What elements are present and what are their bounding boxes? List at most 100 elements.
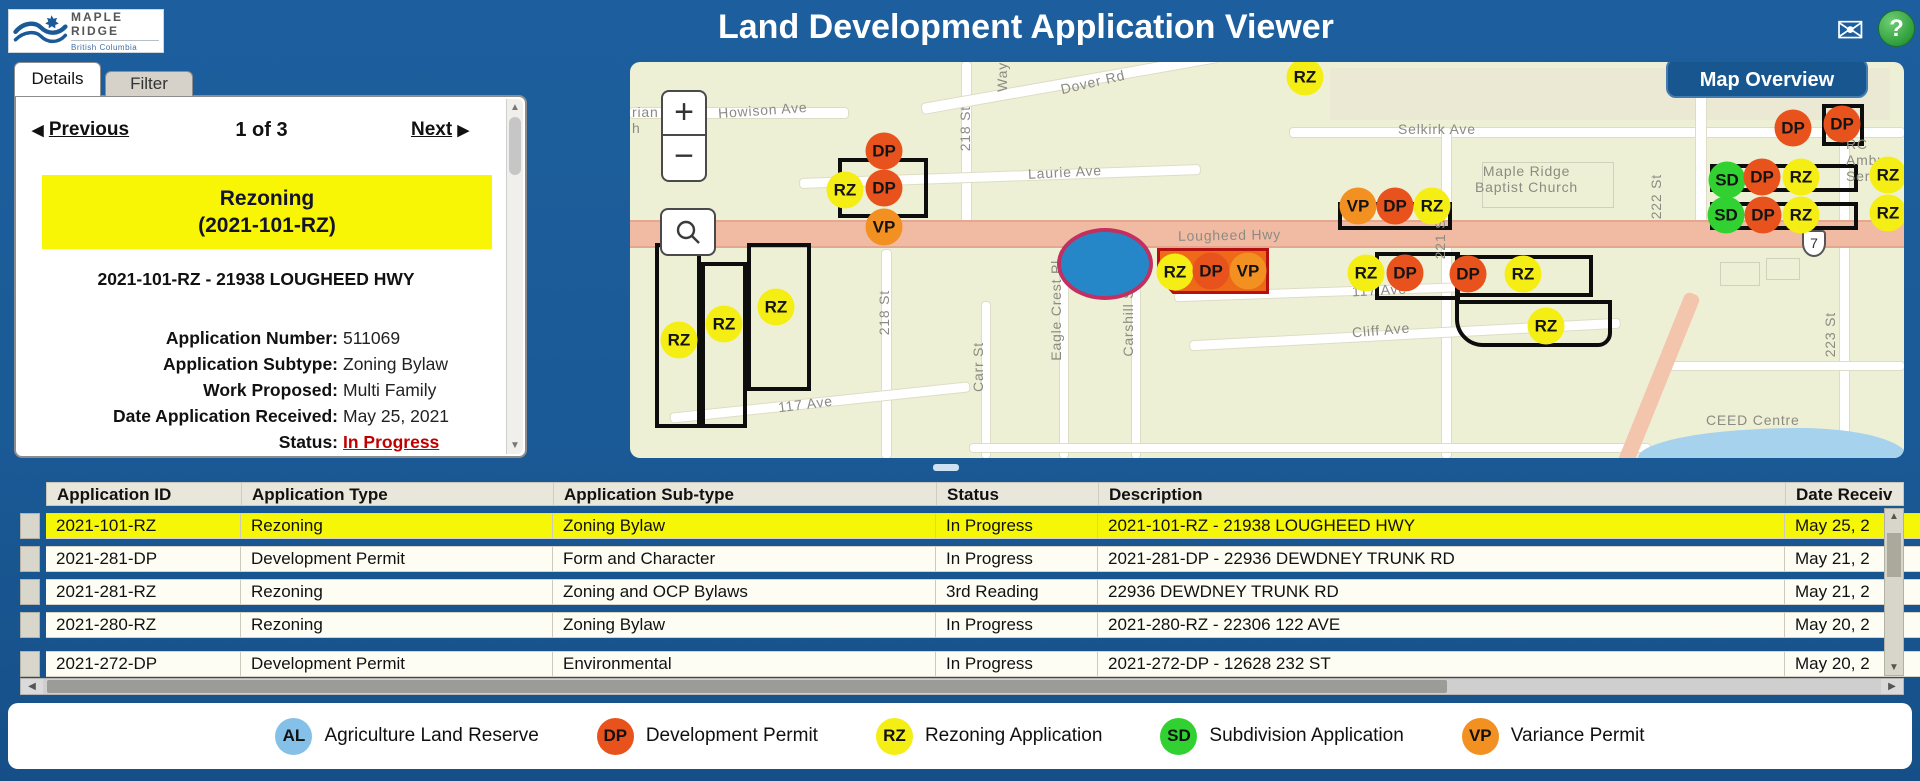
table-cell: 2021-281-DP: [46, 546, 240, 572]
legend-item-vp: VPVariance Permit: [1462, 718, 1645, 755]
help-icon[interactable]: ?: [1878, 10, 1915, 47]
table-row[interactable]: 2021-280-RZRezoningZoning BylawIn Progre…: [20, 612, 1904, 638]
selected-parcel-ellipse[interactable]: [1057, 228, 1153, 300]
map-marker-rz[interactable]: RZ: [1783, 159, 1820, 196]
map-marker-rz[interactable]: RZ: [1528, 308, 1565, 345]
panel-resize-handle[interactable]: [933, 464, 959, 471]
field-label: Status:: [16, 429, 338, 455]
legend-badge-al-icon: AL: [275, 718, 312, 755]
table-row[interactable]: 2021-272-DPDevelopment PermitEnvironment…: [20, 651, 1904, 677]
column-header[interactable]: Application Sub-type: [553, 483, 936, 505]
street-label: 218 St: [876, 290, 892, 335]
table-hscroll-thumb[interactable]: [47, 680, 1447, 693]
scroll-down-icon[interactable]: ▼: [507, 440, 523, 451]
map-marker-dp[interactable]: DP: [1387, 255, 1424, 292]
table-vertical-scrollbar[interactable]: ▲ ▼: [1884, 508, 1904, 676]
row-selector[interactable]: [20, 546, 40, 572]
row-selector[interactable]: [20, 513, 40, 539]
table-body: 2021-101-RZRezoningZoning BylawIn Progre…: [20, 513, 1904, 677]
legend-badge-rz-icon: RZ: [876, 718, 913, 755]
mail-icon[interactable]: ✉: [1836, 14, 1865, 48]
map-marker-rz[interactable]: RZ: [1783, 197, 1820, 234]
legend-item-sd: SDSubdivision Application: [1160, 718, 1403, 755]
column-header[interactable]: Description: [1098, 483, 1785, 505]
scroll-left-icon[interactable]: ◀: [21, 679, 43, 694]
map-marker-vp[interactable]: VP: [1340, 188, 1377, 225]
panel-scrollbar[interactable]: ▲ ▼: [506, 99, 523, 454]
map-marker-rz[interactable]: RZ: [1287, 62, 1324, 96]
scroll-up-icon[interactable]: ▲: [1885, 511, 1903, 522]
map[interactable]: 7 Howison AveDover RdWay218 StLaurie Ave…: [630, 62, 1904, 458]
scroll-down-icon[interactable]: ▼: [1885, 662, 1903, 673]
map-marker-rz[interactable]: RZ: [1348, 255, 1385, 292]
field-value: Zoning Bylaw: [343, 351, 496, 377]
table-cell: In Progress: [935, 612, 1097, 638]
column-header[interactable]: Application ID: [47, 483, 241, 505]
map-marker-rz[interactable]: RZ: [1157, 254, 1194, 291]
zoom-out-button[interactable]: −: [661, 136, 707, 182]
map-marker-dp[interactable]: DP: [1775, 110, 1812, 147]
table-row[interactable]: 2021-281-RZRezoningZoning and OCP Bylaws…: [20, 579, 1904, 605]
scroll-right-icon[interactable]: ▶: [1881, 679, 1903, 694]
next-link[interactable]: Next ▶: [411, 119, 469, 141]
table-cell: 2021-281-RZ: [46, 579, 240, 605]
tab-details[interactable]: Details: [14, 62, 101, 96]
table-cell: 2021-280-RZ - 22306 122 AVE: [1097, 612, 1784, 638]
legend-badge-vp-icon: VP: [1462, 718, 1499, 755]
map-marker-dp[interactable]: DP: [866, 133, 903, 170]
row-selector[interactable]: [20, 579, 40, 605]
column-header[interactable]: Date Receiv: [1785, 483, 1920, 505]
building-outline: [1766, 258, 1800, 280]
row-selector[interactable]: [20, 612, 40, 638]
table-vscroll-thumb[interactable]: [1887, 533, 1901, 577]
table-cell: 2021-280-RZ: [46, 612, 240, 638]
map-marker-vp[interactable]: VP: [1230, 253, 1267, 290]
maple-ridge-logo: MAPLE RIDGE British Columbia: [8, 9, 164, 53]
column-header[interactable]: Application Type: [241, 483, 553, 505]
map-marker-rz[interactable]: RZ: [827, 172, 864, 209]
table-cell: 22936 DEWDNEY TRUNK RD: [1097, 579, 1784, 605]
map-marker-rz[interactable]: RZ: [1505, 256, 1542, 293]
table-cell: 2021-281-DP - 22936 DEWDNEY TRUNK RD: [1097, 546, 1784, 572]
map-marker-rz[interactable]: RZ: [758, 289, 795, 326]
map-marker-dp[interactable]: DP: [1824, 106, 1861, 143]
map-overview-button[interactable]: Map Overview: [1666, 62, 1868, 98]
map-marker-dp[interactable]: DP: [1377, 188, 1414, 225]
map-marker-rz[interactable]: RZ: [661, 322, 698, 359]
column-header[interactable]: Status: [936, 483, 1098, 505]
street-label: 222 St: [1648, 174, 1664, 219]
map-marker-dp[interactable]: DP: [866, 170, 903, 207]
field-label: Application Subtype:: [16, 351, 338, 377]
map-marker-rz[interactable]: RZ: [1870, 157, 1905, 194]
map-marker-sd[interactable]: SD: [1708, 197, 1745, 234]
map-marker-rz[interactable]: RZ: [1414, 188, 1451, 225]
row-selector[interactable]: [20, 651, 40, 677]
street-label: Dover Rd: [1059, 67, 1126, 97]
street-label: CEED Centre: [1706, 412, 1800, 428]
app: { "header": { "logo_title": "MAPLE RIDGE…: [0, 0, 1920, 781]
map-marker-dp[interactable]: DP: [1193, 253, 1230, 290]
status-value-link[interactable]: In Progress: [343, 429, 496, 455]
table-cell: In Progress: [935, 651, 1097, 677]
legend-item-dp: DPDevelopment Permit: [597, 718, 818, 755]
zoom-in-button[interactable]: +: [661, 90, 707, 136]
next-label[interactable]: Next: [411, 119, 452, 140]
map-marker-dp[interactable]: DP: [1744, 159, 1781, 196]
next-arrow-icon: ▶: [457, 122, 469, 139]
map-marker-rz[interactable]: RZ: [706, 306, 743, 343]
table-horizontal-scrollbar[interactable]: ◀ ▶: [20, 678, 1904, 695]
tab-filter[interactable]: Filter: [105, 71, 193, 96]
map-marker-sd[interactable]: SD: [1709, 162, 1746, 199]
map-marker-vp[interactable]: VP: [866, 209, 903, 246]
panel-scrollbar-thumb[interactable]: [509, 117, 521, 175]
table-cell: Rezoning: [240, 513, 552, 539]
scroll-up-icon[interactable]: ▲: [507, 102, 523, 113]
table-row[interactable]: 2021-281-DPDevelopment PermitForm and Ch…: [20, 546, 1904, 572]
table-row[interactable]: 2021-101-RZRezoningZoning BylawIn Progre…: [20, 513, 1904, 539]
map-marker-dp[interactable]: DP: [1450, 256, 1487, 293]
application-banner: Rezoning (2021-101-RZ): [42, 175, 492, 249]
map-marker-dp[interactable]: DP: [1745, 197, 1782, 234]
legend-label: Subdivision Application: [1209, 725, 1403, 747]
map-search-button[interactable]: [660, 208, 716, 256]
map-marker-rz[interactable]: RZ: [1870, 195, 1905, 232]
